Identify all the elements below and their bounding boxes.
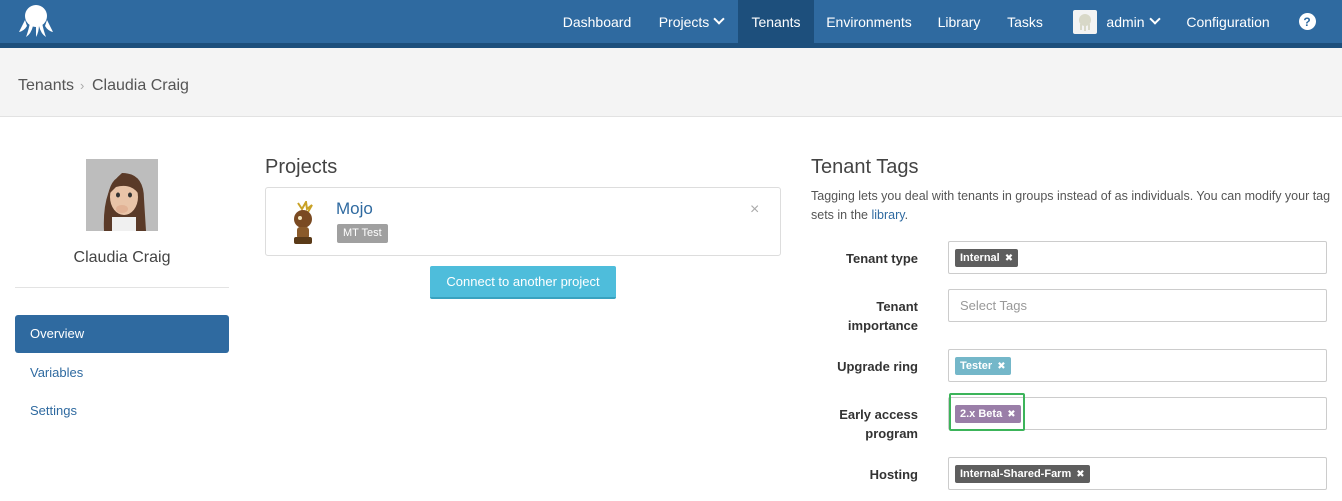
tag-chip: Internal-Shared-Farm ✖ <box>955 465 1090 483</box>
project-card <box>265 187 781 256</box>
tag-chip: Internal ✖ <box>955 249 1019 267</box>
nav-projects[interactable]: Projects <box>645 0 737 43</box>
user-avatar <box>1073 9 1098 34</box>
nav-library[interactable]: Library <box>926 0 992 43</box>
project-link-mojo[interactable]: Mojo <box>336 199 373 219</box>
breadcrumb-separator: › <box>80 78 85 93</box>
nav-environments[interactable]: Environments <box>816 0 922 43</box>
upgrade-ring-tag-input[interactable]: Tester ✖ <box>948 349 1327 382</box>
remove-tag-icon[interactable]: ✖ <box>1076 469 1084 480</box>
breadcrumb-bar <box>0 48 1342 117</box>
tenant-name: Claudia Craig <box>73 249 171 266</box>
tenant-type-tag-input[interactable]: Internal ✖ <box>948 241 1327 274</box>
library-link[interactable]: library <box>871 208 904 222</box>
nav-user-menu[interactable]: admin <box>1064 0 1168 43</box>
remove-project-button[interactable]: × <box>750 201 759 219</box>
tenant-importance-tag-input[interactable]: Select Tags <box>948 289 1327 322</box>
remove-tag-icon[interactable]: ✖ <box>997 361 1005 372</box>
help-icon: ? <box>1298 13 1316 30</box>
breadcrumb-current: Claudia Craig <box>92 77 189 94</box>
chevron-down-icon <box>1148 13 1161 25</box>
nav-dashboard[interactable]: Dashboard <box>551 0 643 43</box>
select-tags-placeholder: Select Tags <box>960 298 1027 313</box>
nav-tenants[interactable]: Tenants <box>738 0 814 43</box>
remove-tag-icon[interactable]: ✖ <box>1005 253 1013 264</box>
project-environment-tag: MT Test <box>337 224 388 243</box>
connect-project-button[interactable]: Connect to another project <box>430 266 616 299</box>
early-access-program-label: Early access program <box>839 407 918 441</box>
upgrade-ring-label: Upgrade ring <box>837 359 918 374</box>
octopus-logo-icon[interactable] <box>18 4 54 38</box>
sidebar-divider <box>15 287 229 288</box>
sidebar-item-variables[interactable]: Variables <box>15 354 229 392</box>
hosting-tag-input[interactable]: Internal-Shared-Farm ✖ <box>948 457 1327 490</box>
highlight-outline <box>949 393 1025 431</box>
help-button[interactable]: ? <box>1292 0 1322 43</box>
chevron-down-icon <box>713 13 725 25</box>
tenant-avatar <box>86 159 158 231</box>
tenant-importance-label: Tenant importance <box>847 299 918 333</box>
tenant-tags-heading: Tenant Tags <box>811 156 919 178</box>
sidebar-item-settings[interactable]: Settings <box>15 392 229 430</box>
sidebar-item-overview[interactable]: Overview <box>15 315 229 353</box>
tenant-type-label: Tenant type <box>846 251 918 266</box>
hosting-label: Hosting <box>869 467 918 482</box>
breadcrumb-tenants-link[interactable]: Tenants <box>18 77 74 95</box>
tag-chip: Tester ✖ <box>955 357 1011 375</box>
nav-configuration[interactable]: Configuration <box>1174 0 1282 43</box>
nav-tasks[interactable]: Tasks <box>996 0 1054 43</box>
projects-heading: Projects <box>265 156 338 178</box>
project-logo-icon <box>288 198 318 245</box>
tags-description: Tagging lets you deal with tenants in gr… <box>811 189 1331 222</box>
